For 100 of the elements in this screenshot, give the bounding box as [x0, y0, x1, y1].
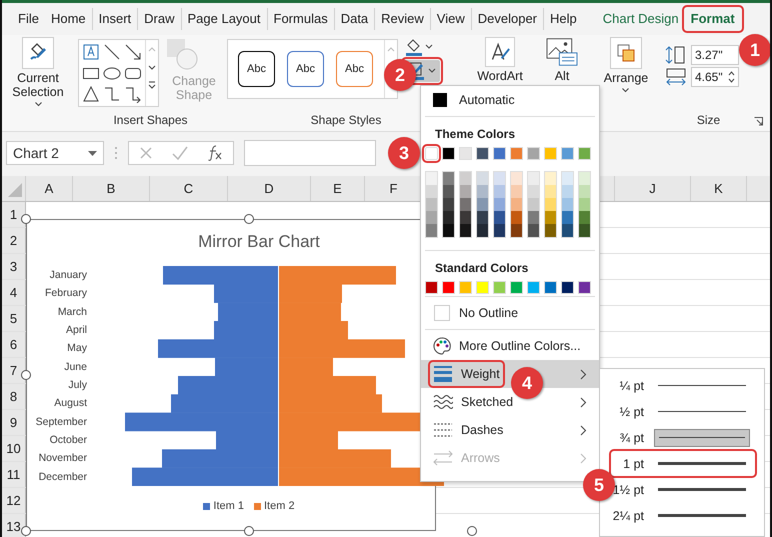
triangle-icon[interactable]: [82, 85, 100, 103]
color-swatch[interactable]: [494, 198, 505, 211]
color-swatch[interactable]: [443, 172, 454, 185]
resize-handle[interactable]: [244, 526, 254, 536]
row-header[interactable]: 4: [2, 280, 26, 305]
color-swatch[interactable]: [579, 185, 590, 198]
color-swatch[interactable]: [579, 211, 590, 224]
text-box-icon[interactable]: [82, 43, 100, 61]
row-header[interactable]: 11: [2, 462, 26, 487]
row-header[interactable]: 10: [2, 436, 26, 461]
column-header[interactable]: K: [690, 176, 746, 201]
shape-style-preset[interactable]: Abc: [336, 51, 373, 87]
shape-fill-icon[interactable]: [404, 37, 434, 57]
ribbon-tab[interactable]: Insert: [92, 8, 138, 30]
shape-style-preset[interactable]: Abc: [287, 51, 324, 87]
row-header[interactable]: 7: [2, 358, 26, 383]
color-swatch[interactable]: [528, 211, 539, 224]
color-swatch[interactable]: [443, 211, 454, 224]
height-field[interactable]: 3.27": [691, 45, 739, 65]
color-swatch[interactable]: [425, 281, 438, 294]
name-box[interactable]: Chart 2: [6, 141, 104, 165]
color-swatch[interactable]: [510, 147, 523, 160]
ribbon-tab[interactable]: Review: [374, 8, 430, 30]
color-swatch[interactable]: [460, 185, 471, 198]
color-swatch[interactable]: [578, 281, 591, 294]
line-weight-option[interactable]: 2¼ pt: [612, 504, 754, 527]
color-swatch[interactable]: [442, 147, 455, 160]
dialog-launcher-icon[interactable]: [754, 116, 764, 126]
color-swatch[interactable]: [528, 172, 539, 185]
color-swatch[interactable]: [510, 281, 523, 294]
color-swatch[interactable]: [460, 211, 471, 224]
column-header[interactable]: E: [310, 176, 364, 201]
ribbon-tab[interactable]: Draw: [137, 8, 180, 30]
arrange-icon[interactable]: [610, 37, 642, 69]
color-swatch[interactable]: [561, 147, 574, 160]
ribbon-tab[interactable]: View: [430, 8, 471, 30]
column-header[interactable]: C: [149, 176, 227, 201]
column-header[interactable]: D: [227, 176, 310, 201]
color-swatch[interactable]: [493, 147, 506, 160]
color-swatch[interactable]: [426, 185, 437, 198]
color-swatch[interactable]: [494, 172, 505, 185]
color-swatch[interactable]: [579, 198, 590, 211]
color-swatch[interactable]: [578, 147, 591, 160]
row-header[interactable]: 6: [2, 332, 26, 357]
format-selection-icon[interactable]: [22, 37, 54, 69]
column-header[interactable]: B: [72, 176, 149, 201]
connector-icon[interactable]: [103, 85, 121, 103]
color-swatch[interactable]: [425, 147, 438, 160]
color-swatch[interactable]: [494, 185, 505, 198]
ribbon-tab[interactable]: Home: [44, 8, 92, 30]
color-swatch[interactable]: [562, 185, 573, 198]
line-weight-option[interactable]: ¼ pt: [612, 374, 754, 397]
color-swatch[interactable]: [545, 172, 556, 185]
color-swatch[interactable]: [460, 198, 471, 211]
color-swatch[interactable]: [426, 172, 437, 185]
ribbon-tab[interactable]: Page Layout: [180, 8, 267, 30]
color-swatch[interactable]: [545, 224, 556, 237]
color-swatch[interactable]: [528, 224, 539, 237]
row-header[interactable]: 12: [2, 488, 26, 513]
line-weight-option[interactable]: ½ pt: [612, 400, 754, 423]
color-swatch[interactable]: [442, 281, 455, 294]
formula-input[interactable]: [244, 140, 376, 166]
row-header[interactable]: 3: [2, 254, 26, 279]
cancel-icon[interactable]: [138, 146, 153, 160]
column-header[interactable]: J: [614, 176, 690, 201]
spinner-icon[interactable]: [728, 70, 735, 84]
arrow-icon[interactable]: [124, 43, 142, 61]
ribbon-tab[interactable]: Chart Design: [596, 8, 685, 30]
ribbon-tab[interactable]: Data: [334, 8, 374, 30]
line-weight-option[interactable]: 1 pt: [612, 452, 754, 475]
row-header[interactable]: 9: [2, 410, 26, 435]
current-selection-button[interactable]: Current Selection: [8, 71, 68, 99]
color-swatch[interactable]: [545, 211, 556, 224]
automatic-color-option[interactable]: Automatic: [421, 86, 599, 114]
row-header[interactable]: 13: [2, 514, 26, 537]
connector-arrow-icon[interactable]: [124, 85, 142, 103]
color-swatch[interactable]: [476, 147, 489, 160]
color-swatch[interactable]: [562, 211, 573, 224]
color-swatch[interactable]: [511, 172, 522, 185]
color-swatch[interactable]: [562, 172, 573, 185]
color-swatch[interactable]: [544, 281, 557, 294]
shape-style-preset[interactable]: Abc: [238, 51, 275, 87]
color-swatch[interactable]: [544, 147, 557, 160]
color-swatch[interactable]: [443, 224, 454, 237]
alt-text-button[interactable]: Alt: [554, 69, 570, 83]
row-header[interactable]: 5: [2, 306, 26, 331]
color-swatch[interactable]: [511, 198, 522, 211]
color-swatch[interactable]: [527, 147, 540, 160]
check-icon[interactable]: [172, 146, 188, 160]
wordart-button[interactable]: WordArt: [477, 69, 523, 83]
image-icon[interactable]: [545, 37, 579, 67]
line-icon[interactable]: [103, 43, 121, 61]
color-swatch[interactable]: [476, 281, 489, 294]
color-swatch[interactable]: [477, 224, 488, 237]
shapes-gallery[interactable]: [78, 39, 159, 107]
row-header[interactable]: 8: [2, 384, 26, 409]
color-swatch[interactable]: [527, 281, 540, 294]
insert-function-icon[interactable]: [207, 145, 224, 161]
color-swatch[interactable]: [477, 172, 488, 185]
resize-handle[interactable]: [244, 214, 254, 224]
